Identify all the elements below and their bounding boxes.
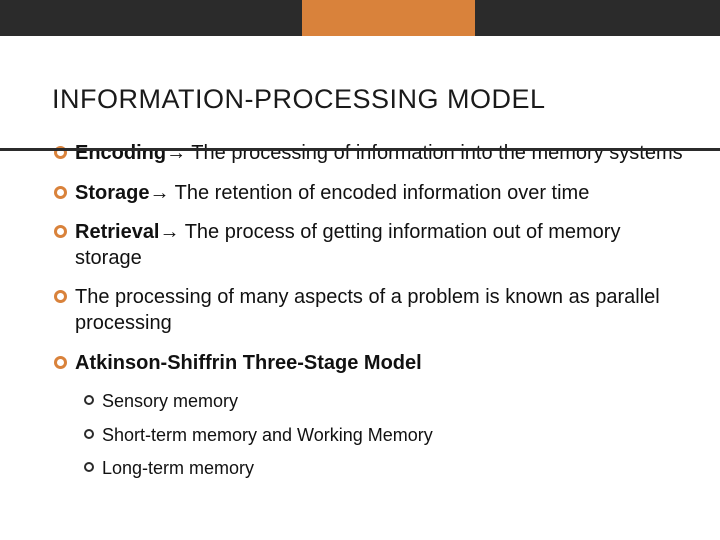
list-item: Sensory memory — [84, 390, 686, 413]
bullet-icon — [54, 186, 67, 199]
bullet-icon — [84, 429, 94, 439]
item-text: Short-term memory and Working Memory — [102, 424, 433, 447]
list-item: Retrieval→ The process of getting inform… — [54, 220, 686, 271]
band-segment-left — [0, 0, 302, 36]
list-item: The processing of many aspects of a prob… — [54, 285, 686, 336]
item-text: Storage→ The retention of encoded inform… — [75, 181, 589, 207]
item-text: Long-term memory — [102, 457, 254, 480]
list-item: Short-term memory and Working Memory — [84, 424, 686, 447]
bullet-icon — [54, 290, 67, 303]
bullet-icon — [54, 225, 67, 238]
list-item: Storage→ The retention of encoded inform… — [54, 181, 686, 207]
band-segment-right — [475, 0, 720, 36]
bullet-icon — [84, 395, 94, 405]
band-segment-accent — [302, 0, 475, 36]
item-text: Atkinson-Shiffrin Three-Stage Model — [75, 351, 422, 377]
title-underline — [0, 148, 720, 151]
slide-title: INFORMATION-PROCESSING MODEL — [0, 36, 720, 123]
list-item: Encoding→ The processing of information … — [54, 141, 686, 167]
header-band — [0, 0, 720, 36]
list-item: Atkinson-Shiffrin Three-Stage Model — [54, 351, 686, 377]
item-text: The processing of many aspects of a prob… — [75, 285, 686, 336]
slide-content: Encoding→ The processing of information … — [0, 123, 720, 480]
item-text: Sensory memory — [102, 390, 238, 413]
item-text: Encoding→ The processing of information … — [75, 141, 683, 167]
item-text: Retrieval→ The process of getting inform… — [75, 220, 686, 271]
list-item: Long-term memory — [84, 457, 686, 480]
bullet-icon — [84, 462, 94, 472]
sublist: Sensory memory Short-term memory and Wor… — [54, 390, 686, 480]
bullet-icon — [54, 356, 67, 369]
